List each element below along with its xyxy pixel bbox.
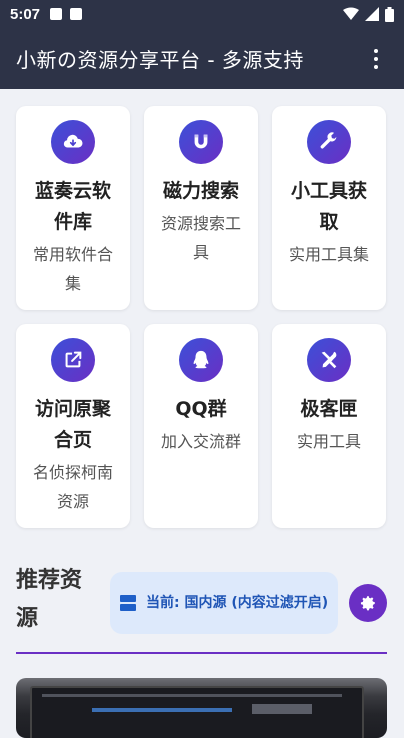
card-title: 磁力搜索	[162, 180, 239, 202]
card-title: 访问原聚合页	[34, 398, 111, 451]
preview-monitor	[30, 686, 364, 738]
more-vert-icon[interactable]	[364, 39, 388, 79]
source-label: 当前: 国内源 (内容过滤开启)	[146, 594, 329, 611]
card-magnet-search[interactable]: 磁力搜索 资源搜索工具	[144, 106, 258, 310]
card-desc: 加入交流群	[160, 432, 241, 451]
cloud-download-icon	[51, 120, 95, 164]
card-desc: 名侦探柯南资源	[32, 463, 113, 511]
card-title: QQ群	[175, 398, 227, 420]
card-qq-group[interactable]: QQ群 加入交流群	[144, 324, 258, 528]
status-bar: 5:07	[0, 0, 404, 28]
wrench-icon	[307, 120, 351, 164]
card-lanzou[interactable]: 蓝奏云软件库 常用软件合集	[16, 106, 130, 310]
external-link-icon	[51, 338, 95, 382]
status-time: 5:07	[10, 5, 41, 23]
card-title: 小工具获取	[290, 180, 367, 233]
battery-icon	[385, 6, 394, 22]
card-title: 蓝奏云软件库	[34, 180, 111, 233]
magnet-icon	[179, 120, 223, 164]
feature-grid: 蓝奏云软件库 常用软件合集 磁力搜索 资源搜索工具 小工具获取 实用工具集 访问…	[16, 106, 388, 528]
card-original-page[interactable]: 访问原聚合页 名侦探柯南资源	[16, 324, 130, 528]
section-title: 推荐资源	[16, 568, 83, 631]
card-geek-box[interactable]: 极客匣 实用工具	[272, 324, 386, 528]
recommend-section: 推荐资源 当前: 国内源 (内容过滤开启)	[16, 562, 388, 654]
wifi-icon	[343, 7, 359, 20]
section-divider	[16, 652, 387, 654]
qq-icon	[179, 338, 223, 382]
card-desc: 资源搜索工具	[160, 214, 241, 262]
status-right	[343, 6, 394, 22]
card-title: 极客匣	[300, 398, 358, 420]
resource-preview-image[interactable]	[16, 678, 387, 738]
card-desc: 实用工具集	[288, 245, 369, 264]
app-bar: 小新の资源分享平台 - 多源支持	[0, 28, 404, 89]
a-icon	[70, 8, 83, 20]
app-title: 小新の资源分享平台 - 多源支持	[16, 48, 304, 72]
image-icon	[50, 8, 63, 20]
card-desc: 常用软件合集	[32, 245, 113, 293]
source-indicator[interactable]: 当前: 国内源 (内容过滤开启)	[110, 572, 338, 634]
gear-icon	[360, 596, 375, 611]
signal-icon	[365, 7, 379, 21]
server-icon	[120, 595, 136, 611]
tools-icon	[307, 338, 351, 382]
card-tools[interactable]: 小工具获取 实用工具集	[272, 106, 386, 310]
card-desc: 实用工具	[296, 432, 361, 451]
settings-button[interactable]	[349, 584, 387, 622]
